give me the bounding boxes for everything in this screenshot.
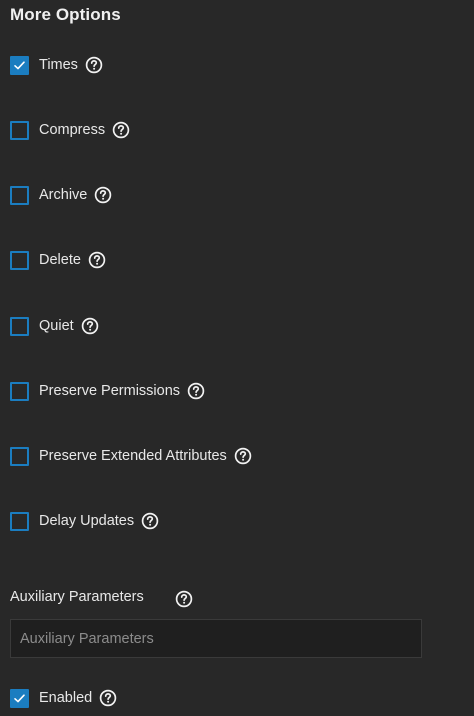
- compress-checkbox[interactable]: [10, 120, 29, 140]
- help-circle-icon[interactable]: [94, 186, 112, 204]
- help-circle-icon[interactable]: [81, 317, 99, 335]
- quiet-checkbox[interactable]: [10, 316, 29, 336]
- enabled-label: Enabled: [39, 690, 93, 706]
- auxiliary-parameters-label: Auxiliary Parameters: [10, 589, 144, 605]
- option-times[interactable]: Times: [10, 55, 103, 75]
- help-circle-icon[interactable]: [85, 56, 103, 74]
- option-delay-updates[interactable]: Delay Updates: [10, 511, 159, 531]
- archive-checkbox[interactable]: [10, 185, 29, 205]
- delay-updates-label: Delay Updates: [39, 513, 135, 529]
- times-label: Times: [39, 57, 78, 73]
- times-checkbox[interactable]: [10, 55, 29, 75]
- auxiliary-parameters-input[interactable]: [10, 619, 422, 658]
- delete-label: Delete: [39, 252, 81, 268]
- help-circle-icon[interactable]: [234, 447, 252, 465]
- option-archive[interactable]: Archive: [10, 185, 112, 205]
- preserve-permissions-checkbox[interactable]: [10, 381, 29, 401]
- compress-label: Compress: [39, 122, 106, 138]
- help-circle-icon[interactable]: [112, 121, 130, 139]
- more-options-panel: More Options Times Compress Archive Dele…: [0, 0, 474, 716]
- help-circle-icon[interactable]: [141, 512, 159, 530]
- preserve-extended-attributes-label: Preserve Extended Attributes: [39, 448, 227, 464]
- help-circle-icon[interactable]: [99, 689, 117, 707]
- section-title: More Options: [10, 5, 121, 24]
- archive-label: Archive: [39, 187, 88, 203]
- option-enabled[interactable]: Enabled: [10, 688, 117, 708]
- quiet-label: Quiet: [39, 318, 74, 334]
- check-icon: [14, 693, 25, 702]
- option-preserve-extended-attributes[interactable]: Preserve Extended Attributes: [10, 446, 252, 466]
- preserve-extended-attributes-checkbox[interactable]: [10, 446, 29, 466]
- check-icon: [14, 60, 25, 69]
- delete-checkbox[interactable]: [10, 250, 29, 270]
- option-delete[interactable]: Delete: [10, 250, 106, 270]
- option-preserve-permissions[interactable]: Preserve Permissions: [10, 381, 205, 401]
- option-quiet[interactable]: Quiet: [10, 316, 99, 336]
- option-compress[interactable]: Compress: [10, 120, 130, 140]
- delay-updates-checkbox[interactable]: [10, 511, 29, 531]
- enabled-checkbox[interactable]: [10, 688, 29, 708]
- help-circle-icon[interactable]: [175, 590, 193, 608]
- help-circle-icon[interactable]: [88, 251, 106, 269]
- help-circle-icon[interactable]: [187, 382, 205, 400]
- preserve-permissions-label: Preserve Permissions: [39, 383, 181, 399]
